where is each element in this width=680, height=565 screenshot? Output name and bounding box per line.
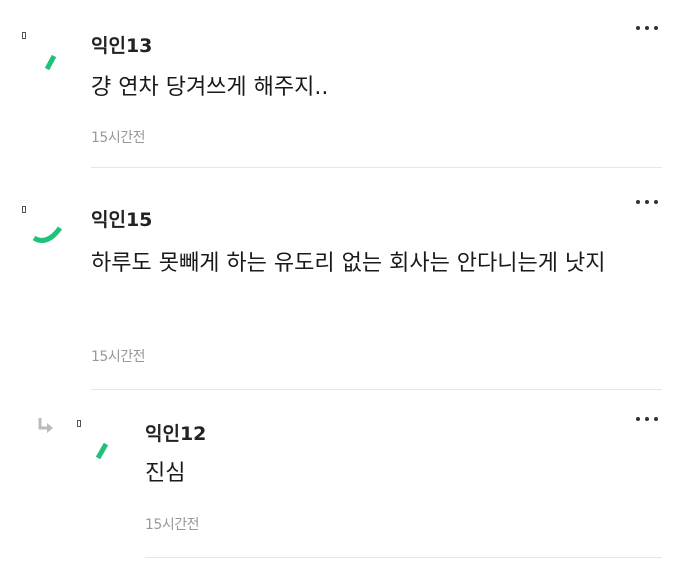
comment-author[interactable]: 익인13 (91, 31, 152, 58)
avatar[interactable] (22, 32, 70, 80)
divider (91, 167, 662, 168)
avatar[interactable] (77, 420, 125, 468)
comment-author[interactable]: 익인15 (91, 205, 152, 232)
reply-arrow-icon (38, 418, 53, 433)
more-options-icon[interactable] (634, 18, 662, 38)
comment-text: 진심 (145, 461, 186, 486)
more-options-icon[interactable] (634, 192, 662, 212)
comment-item: 익인13 걍 연차 당겨쓰게 해주지.. 15시간전 (0, 0, 680, 170)
reply-comment-item: 익인12 진심 15시간전 (0, 392, 680, 565)
comment-item: 익인15 하루도 못빼게 하는 유도리 없는 회사는 안다니는게 낫지 15시간… (0, 170, 680, 392)
comment-timestamp: 15시간전 (91, 349, 145, 365)
divider (145, 557, 662, 558)
more-options-icon[interactable] (634, 409, 662, 429)
comment-text: 하루도 못빼게 하는 유도리 없는 회사는 안다니는게 낫지 (91, 251, 606, 276)
comment-author[interactable]: 익인12 (145, 419, 206, 446)
avatar[interactable] (22, 206, 70, 254)
comment-timestamp: 15시간전 (145, 517, 199, 533)
comment-text: 걍 연차 당겨쓰게 해주지.. (91, 75, 329, 100)
avatar-mark-icon (32, 226, 63, 243)
comment-timestamp: 15시간전 (91, 130, 145, 146)
avatar-mark-icon (44, 54, 57, 71)
avatar-mark-icon (95, 442, 109, 460)
divider (91, 389, 662, 390)
